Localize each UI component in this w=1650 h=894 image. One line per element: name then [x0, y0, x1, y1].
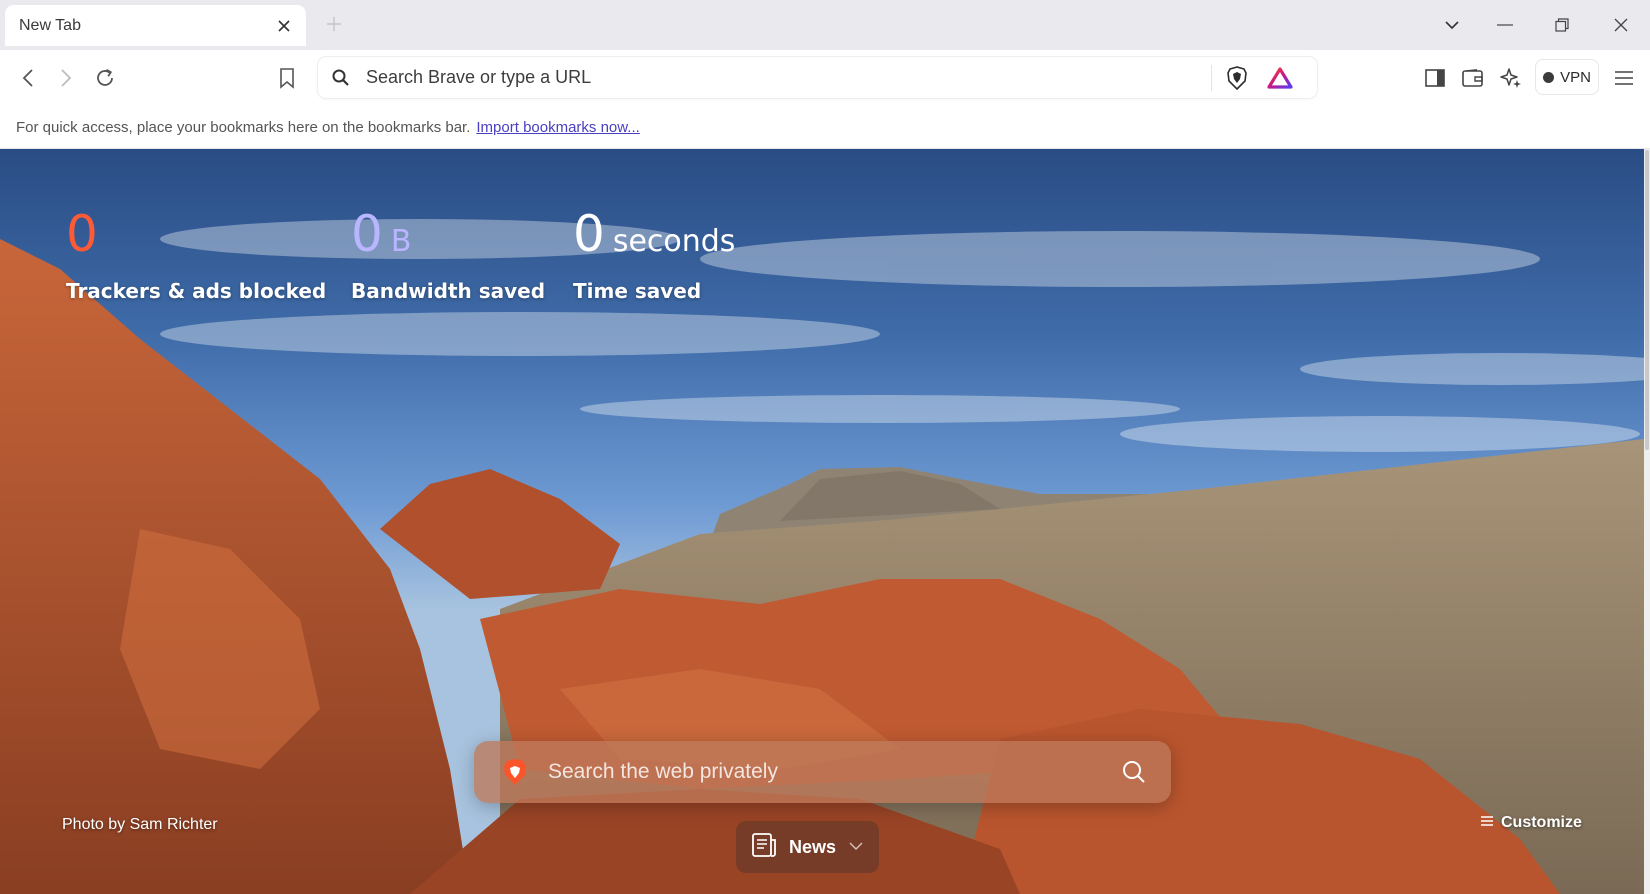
stat-time: 0 seconds Time saved	[573, 209, 735, 303]
news-icon	[751, 832, 777, 863]
close-icon[interactable]	[274, 16, 294, 36]
new-tab-plus-icon[interactable]	[322, 12, 346, 36]
vpn-label: VPN	[1560, 68, 1591, 86]
browser-window: New Tab Search Brave or type a URL VPN F…	[0, 0, 1650, 894]
bandwidth-value: 0	[351, 205, 383, 263]
stat-trackers: 0 Trackers & ads blocked	[66, 209, 326, 303]
search-icon[interactable]	[1121, 759, 1149, 787]
vpn-status-icon	[1543, 71, 1555, 83]
bandwidth-label: Bandwidth saved	[351, 279, 546, 303]
brave-lion-icon	[502, 758, 528, 786]
minimize-icon[interactable]	[1492, 12, 1518, 38]
bandwidth-unit: B	[390, 224, 412, 259]
sliders-icon	[1480, 814, 1494, 832]
stat-bandwidth: 0 B Bandwidth saved	[351, 209, 545, 303]
tab-title: New Tab	[19, 16, 81, 34]
import-bookmarks-link[interactable]: Import bookmarks now...	[476, 119, 639, 136]
photo-credit: Photo by Sam Richter	[62, 816, 218, 833]
brave-rewards-icon[interactable]	[1265, 63, 1295, 93]
bookmarks-hint: For quick access, place your bookmarks h…	[16, 118, 471, 136]
address-bar[interactable]	[318, 57, 1317, 98]
leo-ai-icon[interactable]	[1495, 62, 1527, 94]
sidebar-icon[interactable]	[1419, 62, 1451, 94]
toolbar: VPN	[0, 50, 1650, 106]
divider	[1211, 65, 1212, 91]
time-label: Time saved	[573, 279, 702, 303]
forward-icon[interactable]	[50, 62, 82, 94]
tab-new-tab[interactable]: New Tab	[5, 5, 306, 46]
restore-icon[interactable]	[1549, 12, 1575, 38]
web-search-input[interactable]	[548, 741, 1108, 803]
trackers-label: Trackers & ads blocked	[66, 279, 327, 303]
web-search-box[interactable]	[474, 741, 1171, 803]
wallet-icon[interactable]	[1457, 62, 1489, 94]
back-icon[interactable]	[12, 62, 44, 94]
customize-label: Customize	[1501, 814, 1582, 831]
search-icon	[330, 67, 352, 89]
scrollbar-thumb[interactable]	[1645, 150, 1649, 450]
time-unit: seconds	[612, 224, 736, 259]
vpn-button[interactable]: VPN	[1535, 59, 1599, 95]
customize-button[interactable]: Customize	[1480, 814, 1582, 832]
chevron-down-icon	[848, 838, 864, 856]
bookmark-icon[interactable]	[271, 62, 303, 94]
new-tab-page: 0 Trackers & ads blocked 0 B Bandwidth s…	[0, 149, 1644, 894]
tab-strip: New Tab	[0, 0, 1650, 50]
tab-search-chevron-icon[interactable]	[1439, 12, 1465, 38]
news-label: News	[788, 836, 837, 857]
address-input[interactable]	[366, 57, 1166, 98]
bookmarks-bar: For quick access, place your bookmarks h…	[0, 106, 1650, 149]
news-button[interactable]: News	[736, 821, 879, 873]
brave-shields-icon[interactable]	[1222, 63, 1252, 93]
menu-icon[interactable]	[1608, 62, 1640, 94]
time-value: 0	[573, 205, 605, 263]
reload-icon[interactable]	[89, 62, 121, 94]
trackers-count: 0	[66, 205, 98, 263]
close-window-icon[interactable]	[1608, 12, 1634, 38]
